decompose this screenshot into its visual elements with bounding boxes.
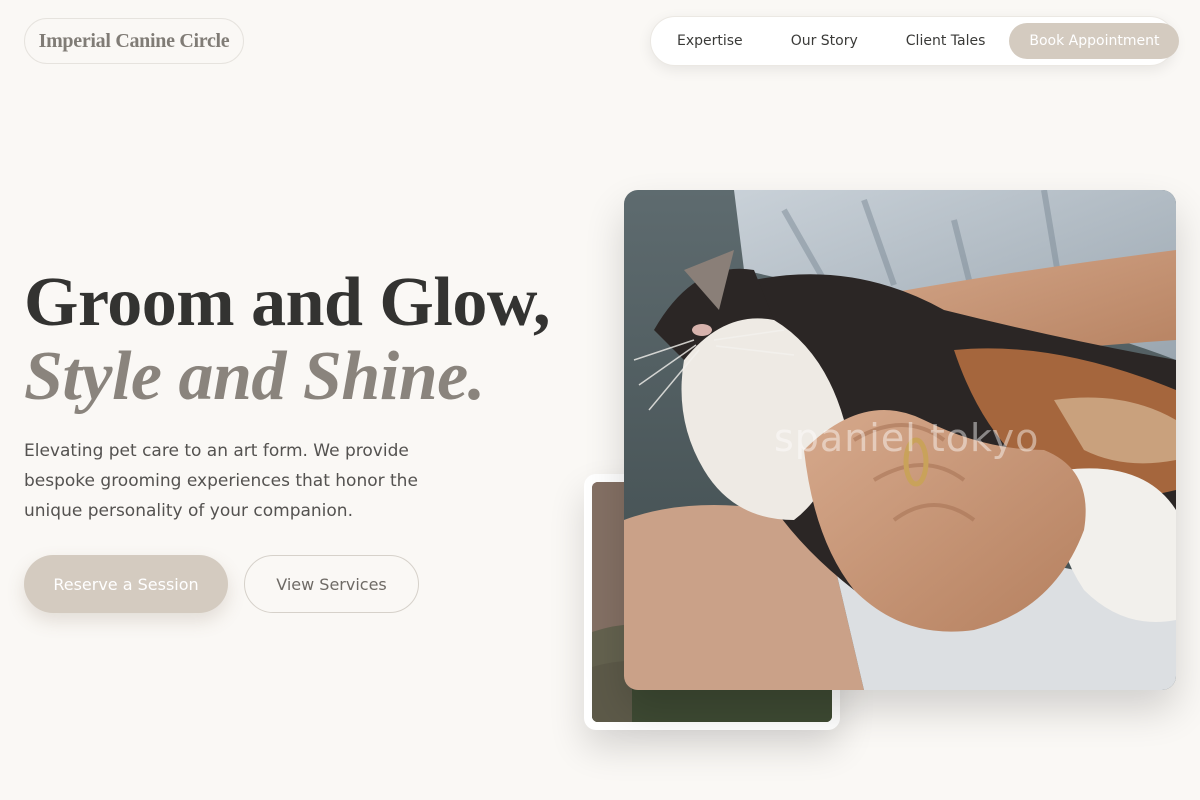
main-nav: Expertise Our Story Client Tales Book Ap… [650,16,1180,66]
nav-link-client-tales[interactable]: Client Tales [882,33,1010,49]
view-services-button[interactable]: View Services [244,555,419,613]
brand-logo-text: Imperial Canine Circle [38,29,230,52]
book-appointment-button[interactable]: Book Appointment [1009,23,1180,59]
hero-description: Elevating pet care to an art form. We pr… [24,441,418,521]
nav-link-expertise[interactable]: Expertise [653,33,767,49]
landing-page: Imperial Canine Circle Expertise Our Sto… [0,0,1200,800]
reserve-session-button[interactable]: Reserve a Session [24,555,228,613]
photo-watermark: spaniel tokyo [774,416,1040,460]
hero-headline-line1: Groom and Glow, [24,264,551,341]
nav-link-our-story[interactable]: Our Story [767,33,882,49]
brand-logo[interactable]: Imperial Canine Circle [24,18,244,64]
main-hero-photo: spaniel tokyo [624,190,1176,690]
hero-headline-line2: Style and Shine. [24,338,485,415]
hero-headline: Groom and Glow, Style and Shine. [24,266,584,414]
